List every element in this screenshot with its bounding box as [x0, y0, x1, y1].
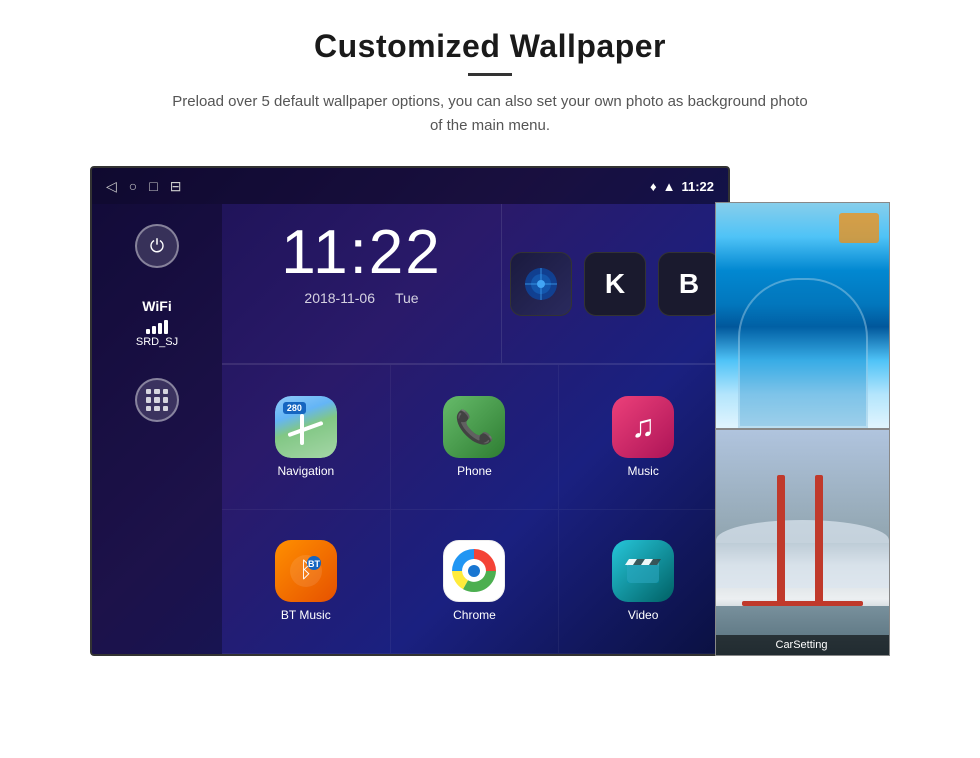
- wallpaper-ice-thumb[interactable]: [715, 202, 890, 429]
- chrome-logo: [450, 547, 498, 595]
- android-screen: ◁ ○ □ ⊟ ♦ ▲ 11:22 ⏻: [90, 166, 730, 656]
- svg-text:BT: BT: [308, 559, 320, 569]
- top-row: 11:22 2018-11-06 Tue: [222, 204, 728, 365]
- grid-icon: [146, 389, 168, 411]
- video-clapperboard-icon: [623, 551, 663, 591]
- video-icon: [612, 540, 674, 602]
- wallpaper-bridge-thumb[interactable]: CarSetting: [715, 429, 890, 656]
- video-label: Video: [628, 608, 658, 622]
- bridge-tower-left: [777, 475, 785, 610]
- wifi-bar-2: [152, 326, 156, 334]
- screen-content: ⏻ WiFi SRD_SJ: [92, 204, 728, 654]
- music-app[interactable]: ♫ Music: [559, 365, 728, 510]
- ice-arch: [738, 278, 868, 428]
- antenna-shortcut[interactable]: [510, 252, 572, 316]
- screenshot-nav-icon[interactable]: ⊟: [170, 178, 182, 195]
- page-description: Preload over 5 default wallpaper options…: [170, 90, 810, 138]
- shortcut-icons: K B: [502, 204, 728, 364]
- back-nav-icon[interactable]: ◁: [106, 178, 117, 195]
- b-shortcut[interactable]: B: [658, 252, 720, 316]
- recents-nav-icon[interactable]: □: [149, 178, 157, 194]
- bluetooth-music-icon: ᛒ BT: [288, 553, 324, 589]
- b-letter: B: [679, 268, 699, 300]
- video-app[interactable]: Video: [559, 510, 728, 655]
- page-container: Customized Wallpaper Preload over 5 defa…: [0, 0, 980, 758]
- power-button[interactable]: ⏻: [135, 224, 179, 268]
- title-underline: [468, 73, 512, 76]
- map-badge: 280: [283, 402, 306, 414]
- wifi-bar-3: [158, 323, 162, 334]
- k-shortcut[interactable]: K: [584, 252, 646, 316]
- status-time: 11:22: [681, 179, 714, 194]
- clock-area: 11:22 2018-11-06 Tue: [222, 204, 502, 364]
- wifi-bar-1: [146, 329, 150, 334]
- btmusic-icon: ᛒ BT: [275, 540, 337, 602]
- clock-date-value: 2018-11-06: [304, 290, 375, 306]
- phone-icon: 📞: [443, 396, 505, 458]
- bridge-image: [716, 430, 889, 655]
- app-grid: 280 Navigation 📞 Phone: [222, 365, 728, 654]
- carsetting-text: CarSetting: [776, 639, 828, 651]
- ice-cave-image: [716, 203, 889, 428]
- btmusic-label: BT Music: [281, 608, 331, 622]
- ice-sun: [839, 213, 879, 243]
- chrome-app[interactable]: Chrome: [391, 510, 560, 655]
- clock-day-value: Tue: [395, 290, 419, 306]
- status-bar-right: ♦ ▲ 11:22: [650, 179, 714, 194]
- carsetting-label: CarSetting: [715, 635, 889, 655]
- clock-display: 11:22: [281, 222, 442, 284]
- apps-grid-button[interactable]: [135, 378, 179, 422]
- wifi-bars: [146, 318, 168, 334]
- phone-symbol: 📞: [455, 408, 495, 446]
- wifi-label: WiFi: [142, 298, 171, 314]
- phone-app[interactable]: 📞 Phone: [391, 365, 560, 510]
- k-letter: K: [605, 268, 625, 300]
- antenna-icon: [523, 266, 559, 302]
- chrome-icon: [443, 540, 505, 602]
- btmusic-app[interactable]: ᛒ BT BT Music: [222, 510, 391, 655]
- status-bar-left: ◁ ○ □ ⊟: [106, 178, 181, 195]
- main-content: 11:22 2018-11-06 Tue: [222, 204, 728, 654]
- clock-date-row: 2018-11-06 Tue: [304, 290, 418, 306]
- chrome-label: Chrome: [453, 608, 496, 622]
- status-bar: ◁ ○ □ ⊟ ♦ ▲ 11:22: [92, 168, 728, 204]
- navigation-label: Navigation: [277, 464, 334, 478]
- navigation-icon: 280: [275, 396, 337, 458]
- location-icon: ♦: [650, 179, 657, 194]
- wifi-bar-4: [164, 320, 168, 334]
- bridge-fog: [716, 520, 889, 588]
- sidebar: ⏻ WiFi SRD_SJ: [92, 204, 222, 654]
- wifi-status-icon: ▲: [663, 179, 676, 194]
- music-symbol: ♫: [631, 408, 655, 445]
- home-nav-icon[interactable]: ○: [129, 178, 137, 194]
- bridge-tower-right: [815, 475, 823, 610]
- music-label: Music: [627, 464, 658, 478]
- wifi-network-name: SRD_SJ: [136, 336, 178, 348]
- navigation-app[interactable]: 280 Navigation: [222, 365, 391, 510]
- page-title: Customized Wallpaper: [314, 28, 666, 65]
- phone-label: Phone: [457, 464, 492, 478]
- music-icon: ♫: [612, 396, 674, 458]
- device-wrapper: ◁ ○ □ ⊟ ♦ ▲ 11:22 ⏻: [90, 166, 890, 656]
- wallpaper-thumbnails: CarSetting: [715, 202, 890, 656]
- wifi-widget: WiFi SRD_SJ: [136, 298, 178, 348]
